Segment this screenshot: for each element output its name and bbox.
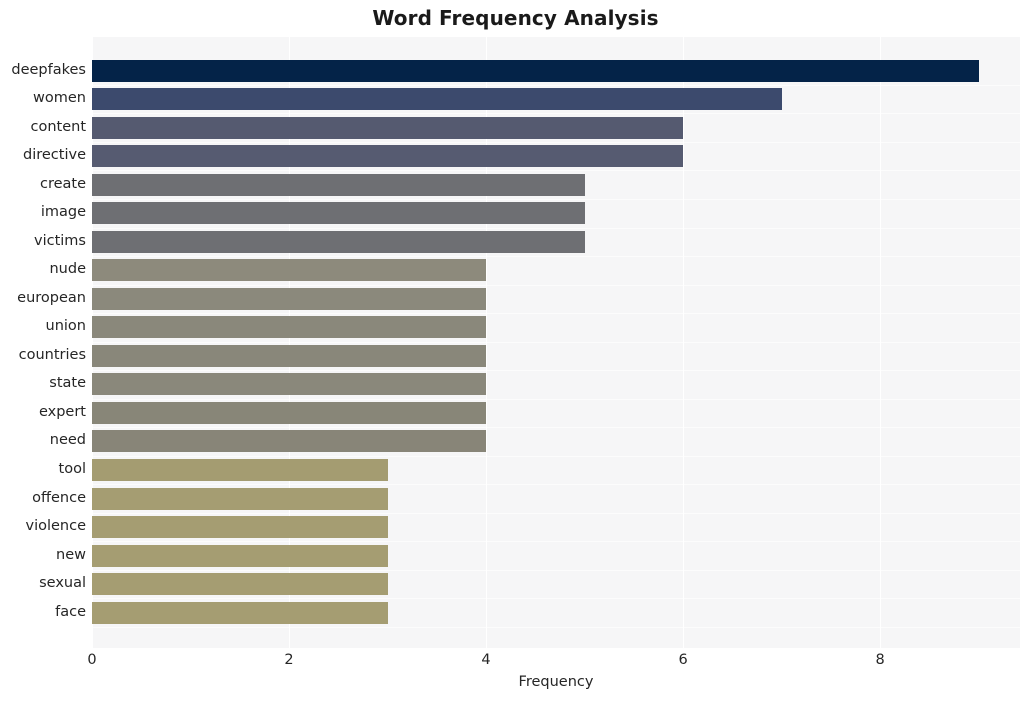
y-tick-label: violence — [25, 518, 86, 535]
bar — [92, 145, 684, 168]
bar — [92, 202, 585, 225]
bar — [92, 373, 487, 396]
bar — [92, 173, 585, 196]
bar — [92, 601, 388, 624]
bar — [92, 430, 487, 453]
y-axis-tick-labels: deepfakes women content directive create imag… — [0, 37, 86, 648]
bar — [92, 259, 487, 282]
bar — [92, 401, 487, 424]
x-tick-label: 6 — [678, 652, 688, 668]
plot-area — [92, 37, 1020, 648]
y-tick-label: create — [39, 175, 86, 192]
y-tick-label: nude — [49, 261, 86, 278]
bar — [92, 344, 487, 367]
y-tick-label: content — [30, 118, 86, 135]
bar — [92, 230, 585, 253]
bar — [92, 59, 979, 82]
y-tick-label: need — [49, 432, 86, 449]
y-tick-label: european — [17, 289, 86, 306]
page-title: Word Frequency Analysis — [372, 6, 659, 30]
bar — [92, 316, 487, 339]
x-tick-label: 4 — [481, 652, 491, 668]
bar — [92, 487, 388, 510]
gridline-vertical — [683, 37, 685, 648]
y-tick-label: deepfakes — [11, 61, 86, 78]
bar — [92, 116, 684, 139]
gridline-vertical — [880, 37, 882, 648]
bar — [92, 544, 388, 567]
y-tick-label: state — [49, 375, 86, 392]
y-tick-label: union — [45, 318, 86, 335]
x-tick-label: 2 — [284, 652, 294, 668]
y-tick-label: women — [33, 90, 86, 107]
x-tick-label: 0 — [87, 652, 97, 668]
word-frequency-chart: Word Frequency Analysis deepfakes women co… — [0, 0, 1031, 701]
bar — [92, 88, 782, 111]
y-tick-label: tool — [58, 461, 86, 477]
y-tick-label: countries — [18, 346, 86, 363]
y-tick-label: sexual — [39, 575, 86, 592]
y-tick-label: face — [55, 603, 86, 620]
x-tick-label: 8 — [875, 652, 885, 668]
x-axis-title: Frequency — [518, 674, 594, 690]
bar — [92, 459, 388, 481]
y-tick-label: image — [40, 204, 86, 221]
bar — [92, 516, 388, 539]
y-tick-label: directive — [23, 147, 86, 164]
y-tick-label: offence — [32, 489, 86, 506]
y-tick-label: victims — [34, 232, 86, 249]
y-tick-label: expert — [38, 403, 86, 420]
y-tick-label: new — [56, 546, 86, 563]
bar — [92, 573, 388, 596]
bar — [92, 287, 487, 310]
